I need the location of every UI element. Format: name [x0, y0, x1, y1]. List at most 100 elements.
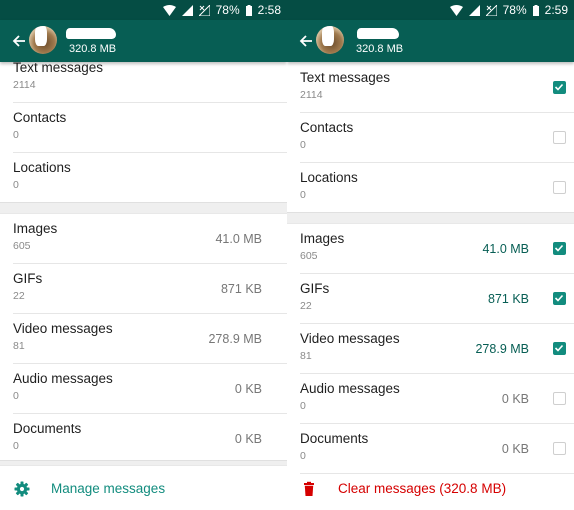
item-size: 0 KB — [234, 432, 262, 446]
total-size: 320.8 MB — [69, 43, 117, 55]
manage-messages-label: Manage messages — [51, 481, 166, 496]
item-title: Documents — [300, 431, 369, 446]
battery-percent: 78% — [502, 3, 527, 17]
signal-no-data-icon — [485, 4, 497, 16]
item-title: GIFs — [300, 281, 330, 296]
item-size: 0 KB — [234, 382, 262, 396]
item-title: Audio messages — [13, 371, 113, 386]
checkbox-unchecked[interactable] — [553, 131, 566, 144]
checkbox-unchecked[interactable] — [553, 181, 566, 194]
list-item[interactable]: Video messages 81 278.9 MB — [13, 314, 287, 364]
item-count: 0 — [13, 440, 19, 452]
item-title: Text messages — [300, 70, 391, 85]
item-title: Documents — [13, 421, 82, 436]
battery-icon — [532, 4, 539, 16]
total-size: 320.8 MB — [356, 43, 404, 55]
list-item[interactable]: GIFs 22 871 KB — [300, 274, 574, 324]
clock: 2:59 — [544, 3, 568, 17]
contact-name-redacted — [357, 28, 399, 39]
item-count: 0 — [300, 189, 306, 201]
checkbox-checked[interactable] — [553, 342, 566, 355]
trash-icon — [304, 481, 314, 496]
battery-percent: 78% — [215, 3, 240, 17]
battery-icon — [245, 4, 252, 16]
category-group-1: Text messages 2114 Contacts 0 Locations 0 — [287, 63, 574, 212]
clear-messages-label: Clear messages (320.8 MB) — [338, 481, 507, 496]
status-bar: 78% 2:58 — [0, 0, 287, 20]
item-count: 0 — [300, 400, 306, 412]
item-count: 0 — [300, 139, 306, 151]
list-item[interactable]: Locations 0 — [13, 153, 287, 202]
checkbox-unchecked[interactable] — [553, 442, 566, 455]
item-title: Audio messages — [300, 381, 400, 396]
item-title: Video messages — [300, 331, 400, 346]
checkbox-checked[interactable] — [553, 81, 566, 94]
clear-messages-button[interactable]: Clear messages (320.8 MB) — [287, 466, 574, 510]
list-item[interactable]: Text messages 2114 — [300, 63, 574, 113]
item-size: 871 KB — [220, 282, 262, 296]
clock: 2:58 — [257, 3, 281, 17]
checkbox-checked[interactable] — [553, 292, 566, 305]
gear-icon — [14, 481, 30, 497]
list-item[interactable]: Contacts 0 — [13, 103, 287, 153]
checkbox-checked[interactable] — [553, 242, 566, 255]
item-size: 278.9 MB — [208, 332, 262, 346]
contact-name-redacted — [66, 28, 116, 39]
status-bar: 78% 2:59 — [287, 0, 574, 20]
item-size: 0 KB — [501, 392, 529, 406]
category-group-2: Images 605 41.0 MB GIFs 22 871 KB Video mess… — [287, 224, 574, 474]
item-count: 0 — [13, 390, 19, 402]
item-count: 0 — [13, 129, 19, 141]
avatar[interactable] — [29, 26, 57, 54]
list-item[interactable]: Video messages 81 278.9 MB — [300, 324, 574, 374]
item-size: 41.0 MB — [215, 232, 262, 246]
item-count: 81 — [13, 340, 25, 352]
checkbox-unchecked[interactable] — [553, 392, 566, 405]
item-title: Video messages — [13, 321, 113, 336]
toolbar: 320.8 MB — [287, 20, 574, 62]
item-size: 41.0 MB — [482, 242, 529, 256]
item-title: Text messages — [13, 60, 104, 75]
item-count: 2114 — [13, 79, 36, 91]
list-item[interactable]: Documents 0 0 KB — [13, 414, 287, 463]
item-title: Contacts — [300, 120, 354, 135]
back-arrow-icon[interactable] — [10, 32, 28, 50]
list-item[interactable]: Audio messages 0 0 KB — [300, 374, 574, 424]
item-count: 22 — [13, 290, 25, 302]
item-count: 2114 — [300, 89, 323, 101]
back-arrow-icon[interactable] — [297, 32, 315, 50]
avatar[interactable] — [316, 26, 344, 54]
signal-no-data-icon — [198, 4, 210, 16]
list-item[interactable]: Images 605 41.0 MB — [13, 214, 287, 264]
wifi-icon — [162, 4, 176, 16]
item-title: Images — [300, 231, 345, 246]
list-item[interactable]: Contacts 0 — [300, 113, 574, 163]
list-item[interactable]: Audio messages 0 0 KB — [13, 364, 287, 414]
section-divider — [287, 212, 574, 224]
item-count: 605 — [13, 240, 31, 252]
item-count: 81 — [300, 350, 312, 362]
section-divider — [0, 202, 287, 214]
item-title: GIFs — [13, 271, 43, 286]
item-size: 278.9 MB — [475, 342, 529, 356]
item-title: Images — [13, 221, 58, 236]
item-title: Locations — [300, 170, 358, 185]
item-count: 22 — [300, 300, 312, 312]
left-screen: 78% 2:58 320.8 MB Text messages 2114 Cont… — [0, 0, 287, 510]
signal-icon — [181, 4, 193, 16]
category-group-1: Text messages 2114 Contacts 0 Locations 0 — [0, 53, 287, 202]
wifi-icon — [449, 4, 463, 16]
signal-icon — [468, 4, 480, 16]
item-title: Contacts — [13, 110, 67, 125]
list-item[interactable]: Images 605 41.0 MB — [300, 224, 574, 274]
item-count: 0 — [13, 179, 19, 191]
item-size: 0 KB — [501, 442, 529, 456]
list-item[interactable]: GIFs 22 871 KB — [13, 264, 287, 314]
manage-messages-button[interactable]: Manage messages — [0, 466, 287, 510]
item-count: 605 — [300, 250, 318, 262]
right-screen: 78% 2:59 320.8 MB Text messages 2114 Cont… — [287, 0, 574, 510]
item-title: Locations — [13, 160, 71, 175]
list-item[interactable]: Locations 0 — [300, 163, 574, 212]
toolbar: 320.8 MB — [0, 20, 287, 62]
item-count: 0 — [300, 450, 306, 462]
